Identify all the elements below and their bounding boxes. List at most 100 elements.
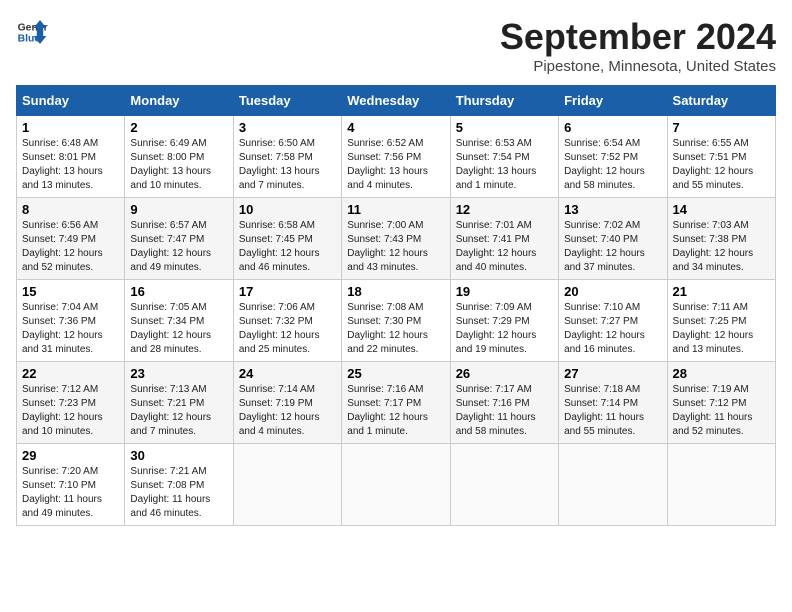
day-number: 1 [22, 120, 119, 135]
day-number: 2 [130, 120, 227, 135]
day-info: Sunrise: 7:20 AMSunset: 7:10 PMDaylight:… [22, 466, 102, 519]
day-info: Sunrise: 7:00 AMSunset: 7:43 PMDaylight:… [347, 220, 428, 273]
calendar-cell: 12Sunrise: 7:01 AMSunset: 7:41 PMDayligh… [450, 198, 558, 280]
calendar-cell: 15 Sunrise: 7:04 AMSunset: 7:36 PMDayligh… [17, 280, 125, 362]
day-number: 7 [673, 120, 770, 135]
day-info: Sunrise: 7:09 AMSunset: 7:29 PMDaylight:… [456, 302, 537, 355]
day-info: Sunrise: 7:06 AMSunset: 7:32 PMDaylight:… [239, 302, 320, 355]
day-number: 16 [130, 284, 227, 299]
col-thursday: Thursday [450, 86, 558, 116]
subtitle: Pipestone, Minnesota, United States [500, 58, 776, 75]
calendar-table: Sunday Monday Tuesday Wednesday Thursday… [16, 85, 776, 526]
day-info: Sunrise: 7:01 AMSunset: 7:41 PMDaylight:… [456, 220, 537, 273]
calendar-cell: 14 Sunrise: 7:03 AMSunset: 7:38 PMDayligh… [667, 198, 775, 280]
calendar-cell: 11 Sunrise: 7:00 AMSunset: 7:43 PMDayligh… [342, 198, 450, 280]
calendar-cell [559, 444, 667, 526]
day-number: 4 [347, 120, 444, 135]
day-number: 14 [673, 202, 770, 217]
day-number: 11 [347, 202, 444, 217]
calendar-cell: 27Sunrise: 7:18 AMSunset: 7:14 PMDayligh… [559, 362, 667, 444]
day-info: Sunrise: 6:50 AMSunset: 7:58 PMDaylight:… [239, 138, 320, 191]
day-info: Sunrise: 7:02 AMSunset: 7:40 PMDaylight:… [564, 220, 645, 273]
day-info: Sunrise: 6:56 AMSunset: 7:49 PMDaylight:… [22, 220, 103, 273]
calendar-cell: 28 Sunrise: 7:19 AMSunset: 7:12 PMDayligh… [667, 362, 775, 444]
calendar-cell [667, 444, 775, 526]
col-sunday: Sunday [17, 86, 125, 116]
header: General Blue September 2024 Pipestone, M… [16, 16, 776, 75]
day-number: 30 [130, 448, 227, 463]
calendar-cell: 19 Sunrise: 7:09 AMSunset: 7:29 PMDayligh… [450, 280, 558, 362]
calendar-cell: 23Sunrise: 7:13 AMSunset: 7:21 PMDayligh… [125, 362, 233, 444]
day-info: Sunrise: 7:17 AMSunset: 7:16 PMDaylight:… [456, 384, 536, 437]
col-monday: Monday [125, 86, 233, 116]
col-tuesday: Tuesday [233, 86, 341, 116]
calendar-week: 15 Sunrise: 7:04 AMSunset: 7:36 PMDayligh… [17, 280, 776, 362]
day-info: Sunrise: 7:10 AMSunset: 7:27 PMDaylight:… [564, 302, 645, 355]
calendar-cell: 17 Sunrise: 7:06 AMSunset: 7:32 PMDayligh… [233, 280, 341, 362]
day-info: Sunrise: 7:08 AMSunset: 7:30 PMDaylight:… [347, 302, 428, 355]
main-title: September 2024 [500, 16, 776, 58]
day-number: 29 [22, 448, 119, 463]
calendar-cell: 4 Sunrise: 6:52 AMSunset: 7:56 PMDaylight… [342, 116, 450, 198]
calendar-cell: 2 Sunrise: 6:49 AMSunset: 8:00 PMDaylight… [125, 116, 233, 198]
day-number: 25 [347, 366, 444, 381]
calendar-cell: 5 Sunrise: 6:53 AMSunset: 7:54 PMDaylight… [450, 116, 558, 198]
calendar-cell [450, 444, 558, 526]
day-info: Sunrise: 7:19 AMSunset: 7:12 PMDaylight:… [673, 384, 753, 437]
title-area: September 2024 Pipestone, Minnesota, Uni… [500, 16, 776, 75]
day-number: 8 [22, 202, 119, 217]
logo-icon: General Blue [16, 16, 48, 48]
day-number: 28 [673, 366, 770, 381]
day-info: Sunrise: 6:52 AMSunset: 7:56 PMDaylight:… [347, 138, 428, 191]
day-number: 22 [22, 366, 119, 381]
day-info: Sunrise: 6:49 AMSunset: 8:00 PMDaylight:… [130, 138, 211, 191]
day-number: 10 [239, 202, 336, 217]
col-saturday: Saturday [667, 86, 775, 116]
calendar-cell: 24Sunrise: 7:14 AMSunset: 7:19 PMDayligh… [233, 362, 341, 444]
day-number: 6 [564, 120, 661, 135]
day-info: Sunrise: 7:04 AMSunset: 7:36 PMDaylight:… [22, 302, 103, 355]
day-info: Sunrise: 6:55 AMSunset: 7:51 PMDaylight:… [673, 138, 754, 191]
calendar-cell: 8 Sunrise: 6:56 AMSunset: 7:49 PMDaylight… [17, 198, 125, 280]
calendar-cell: 7 Sunrise: 6:55 AMSunset: 7:51 PMDaylight… [667, 116, 775, 198]
day-info: Sunrise: 7:03 AMSunset: 7:38 PMDaylight:… [673, 220, 754, 273]
day-info: Sunrise: 7:16 AMSunset: 7:17 PMDaylight:… [347, 384, 428, 437]
calendar-week: 8 Sunrise: 6:56 AMSunset: 7:49 PMDaylight… [17, 198, 776, 280]
calendar-cell: 10 Sunrise: 6:58 AMSunset: 7:45 PMDayligh… [233, 198, 341, 280]
col-friday: Friday [559, 86, 667, 116]
calendar-cell: 6Sunrise: 6:54 AMSunset: 7:52 PMDaylight… [559, 116, 667, 198]
day-info: Sunrise: 6:53 AMSunset: 7:54 PMDaylight:… [456, 138, 537, 191]
day-number: 9 [130, 202, 227, 217]
calendar-cell: 18 Sunrise: 7:08 AMSunset: 7:30 PMDayligh… [342, 280, 450, 362]
logo: General Blue [16, 16, 48, 48]
col-wednesday: Wednesday [342, 86, 450, 116]
day-number: 3 [239, 120, 336, 135]
day-number: 18 [347, 284, 444, 299]
calendar-cell: 20 Sunrise: 7:10 AMSunset: 7:27 PMDayligh… [559, 280, 667, 362]
day-info: Sunrise: 7:18 AMSunset: 7:14 PMDaylight:… [564, 384, 644, 437]
day-info: Sunrise: 7:12 AMSunset: 7:23 PMDaylight:… [22, 384, 103, 437]
day-info: Sunrise: 6:58 AMSunset: 7:45 PMDaylight:… [239, 220, 320, 273]
day-number: 24 [239, 366, 336, 381]
calendar-week: 29 Sunrise: 7:20 AMSunset: 7:10 PMDayligh… [17, 444, 776, 526]
calendar-cell: 1 Sunrise: 6:48 AMSunset: 8:01 PMDaylight… [17, 116, 125, 198]
day-number: 5 [456, 120, 553, 135]
day-info: Sunrise: 7:05 AMSunset: 7:34 PMDaylight:… [130, 302, 211, 355]
calendar-cell: 21 Sunrise: 7:11 AMSunset: 7:25 PMDayligh… [667, 280, 775, 362]
day-number: 20 [564, 284, 661, 299]
day-number: 21 [673, 284, 770, 299]
day-number: 19 [456, 284, 553, 299]
day-info: Sunrise: 7:21 AMSunset: 7:08 PMDaylight:… [130, 466, 210, 519]
calendar-week: 22 Sunrise: 7:12 AMSunset: 7:23 PMDayligh… [17, 362, 776, 444]
day-number: 17 [239, 284, 336, 299]
calendar-cell: 22 Sunrise: 7:12 AMSunset: 7:23 PMDayligh… [17, 362, 125, 444]
calendar-cell: 3 Sunrise: 6:50 AMSunset: 7:58 PMDaylight… [233, 116, 341, 198]
day-info: Sunrise: 7:11 AMSunset: 7:25 PMDaylight:… [673, 302, 754, 355]
day-number: 23 [130, 366, 227, 381]
calendar-cell: 29 Sunrise: 7:20 AMSunset: 7:10 PMDayligh… [17, 444, 125, 526]
day-info: Sunrise: 6:48 AMSunset: 8:01 PMDaylight:… [22, 138, 103, 191]
header-row: Sunday Monday Tuesday Wednesday Thursday… [17, 86, 776, 116]
day-number: 26 [456, 366, 553, 381]
calendar-cell [233, 444, 341, 526]
day-number: 15 [22, 284, 119, 299]
